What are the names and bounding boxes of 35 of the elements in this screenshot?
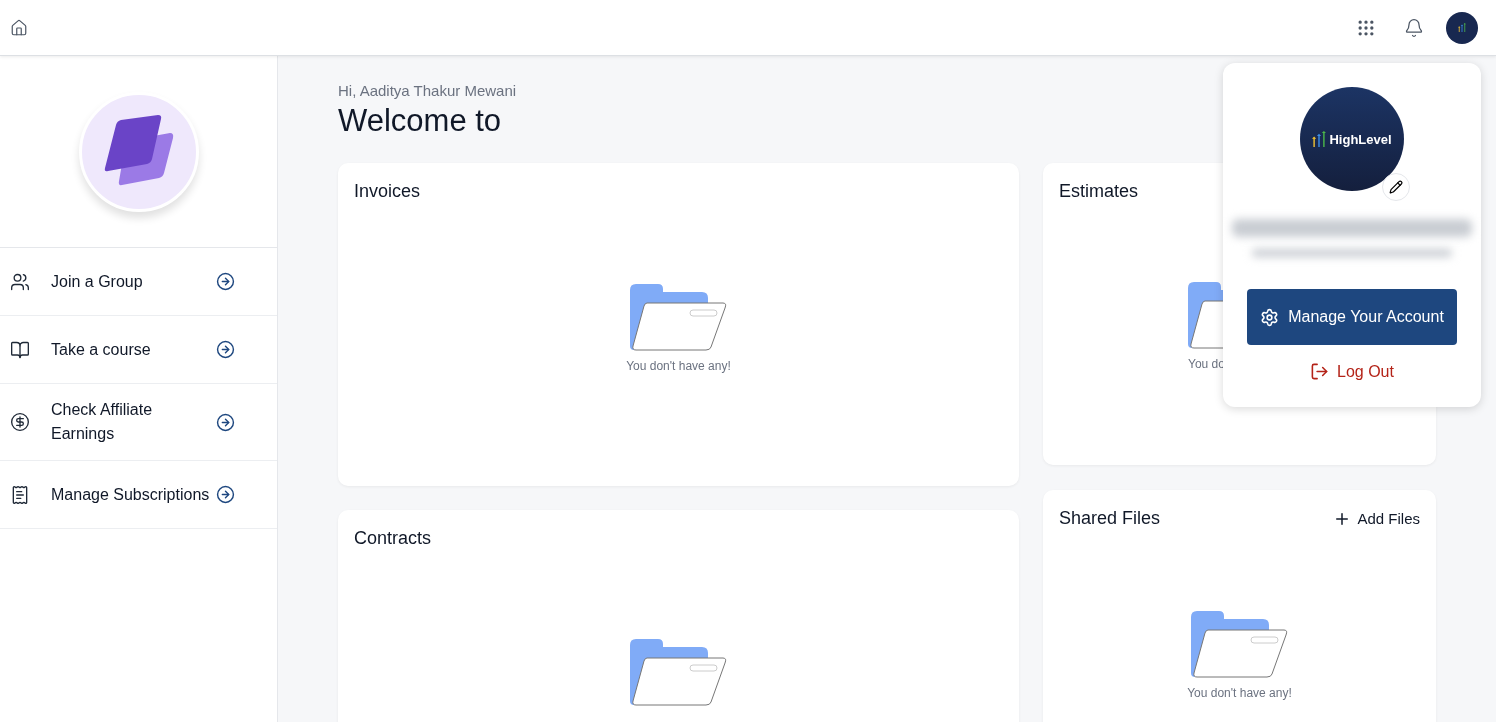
arrow-right-icon: [216, 485, 235, 504]
folder-icon: [630, 639, 727, 706]
edit-avatar-button[interactable]: [1382, 173, 1410, 201]
settings-icon: [1260, 307, 1280, 327]
manage-account-button[interactable]: Manage Your Account: [1247, 289, 1457, 345]
sidebar-item[interactable]: Join a Group: [0, 248, 277, 316]
sidebar-item[interactable]: Check Affiliate Earnings: [0, 384, 277, 461]
avatar-icon[interactable]: [1446, 11, 1478, 44]
arrow-right-icon: [216, 340, 235, 359]
page-heading: Welcome to: [338, 103, 503, 139]
folder-icon: [1191, 611, 1288, 678]
bell-icon: [1404, 17, 1424, 38]
users-icon: [10, 271, 30, 292]
card-title: Shared Files: [1059, 508, 1161, 529]
logout-icon: [1310, 362, 1330, 381]
home-icon: [10, 18, 28, 37]
book-icon: [10, 339, 30, 360]
dollar-icon: [10, 412, 30, 432]
pencil-icon: [1389, 180, 1403, 194]
arrows-logo-icon: [1312, 130, 1327, 148]
sidebar-item[interactable]: Manage Subscriptions: [0, 461, 277, 529]
greeting: Hi, Aaditya Thakur Mewani: [338, 82, 518, 99]
receipt-icon: [10, 484, 30, 505]
arrow-right-icon: [216, 272, 235, 291]
empty-message: You don't have any!: [1187, 686, 1292, 700]
sidebar-item[interactable]: Take a course: [0, 316, 277, 384]
logout-button[interactable]: Log Out: [1304, 361, 1400, 382]
card-title: Invoices: [354, 181, 421, 202]
card-title: Contracts: [354, 528, 432, 549]
empty-message: You don't have any!: [626, 359, 731, 373]
card-title: Estimates: [1059, 181, 1139, 202]
arrows-logo-icon: [1458, 22, 1466, 33]
arrow-right-icon: [216, 412, 235, 432]
add-files-button[interactable]: Add Files: [1333, 509, 1420, 528]
folder-icon: [630, 284, 727, 351]
